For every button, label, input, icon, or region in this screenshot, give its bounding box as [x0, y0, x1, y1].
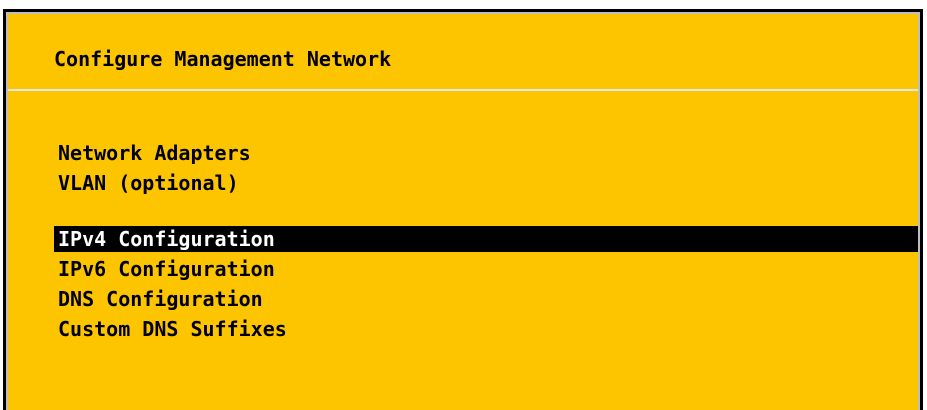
page-title: Configure Management Network	[54, 47, 392, 71]
screen: Configure Management Network Network Ada…	[0, 0, 927, 410]
menu-item-ipv6-configuration[interactable]: IPv6 Configuration	[54, 256, 275, 282]
menu-item-ipv4-configuration[interactable]: IPv4 Configuration	[54, 226, 918, 252]
menu-item-vlan[interactable]: VLAN (optional)	[54, 170, 239, 196]
console-frame: Configure Management Network Network Ada…	[3, 9, 923, 410]
dcui-panel: Configure Management Network Network Ada…	[6, 12, 920, 410]
title-divider	[8, 89, 918, 91]
menu-item-network-adapters[interactable]: Network Adapters	[54, 140, 251, 166]
menu-item-dns-configuration[interactable]: DNS Configuration	[54, 286, 263, 312]
menu-item-custom-dns-suffixes[interactable]: Custom DNS Suffixes	[54, 316, 287, 342]
